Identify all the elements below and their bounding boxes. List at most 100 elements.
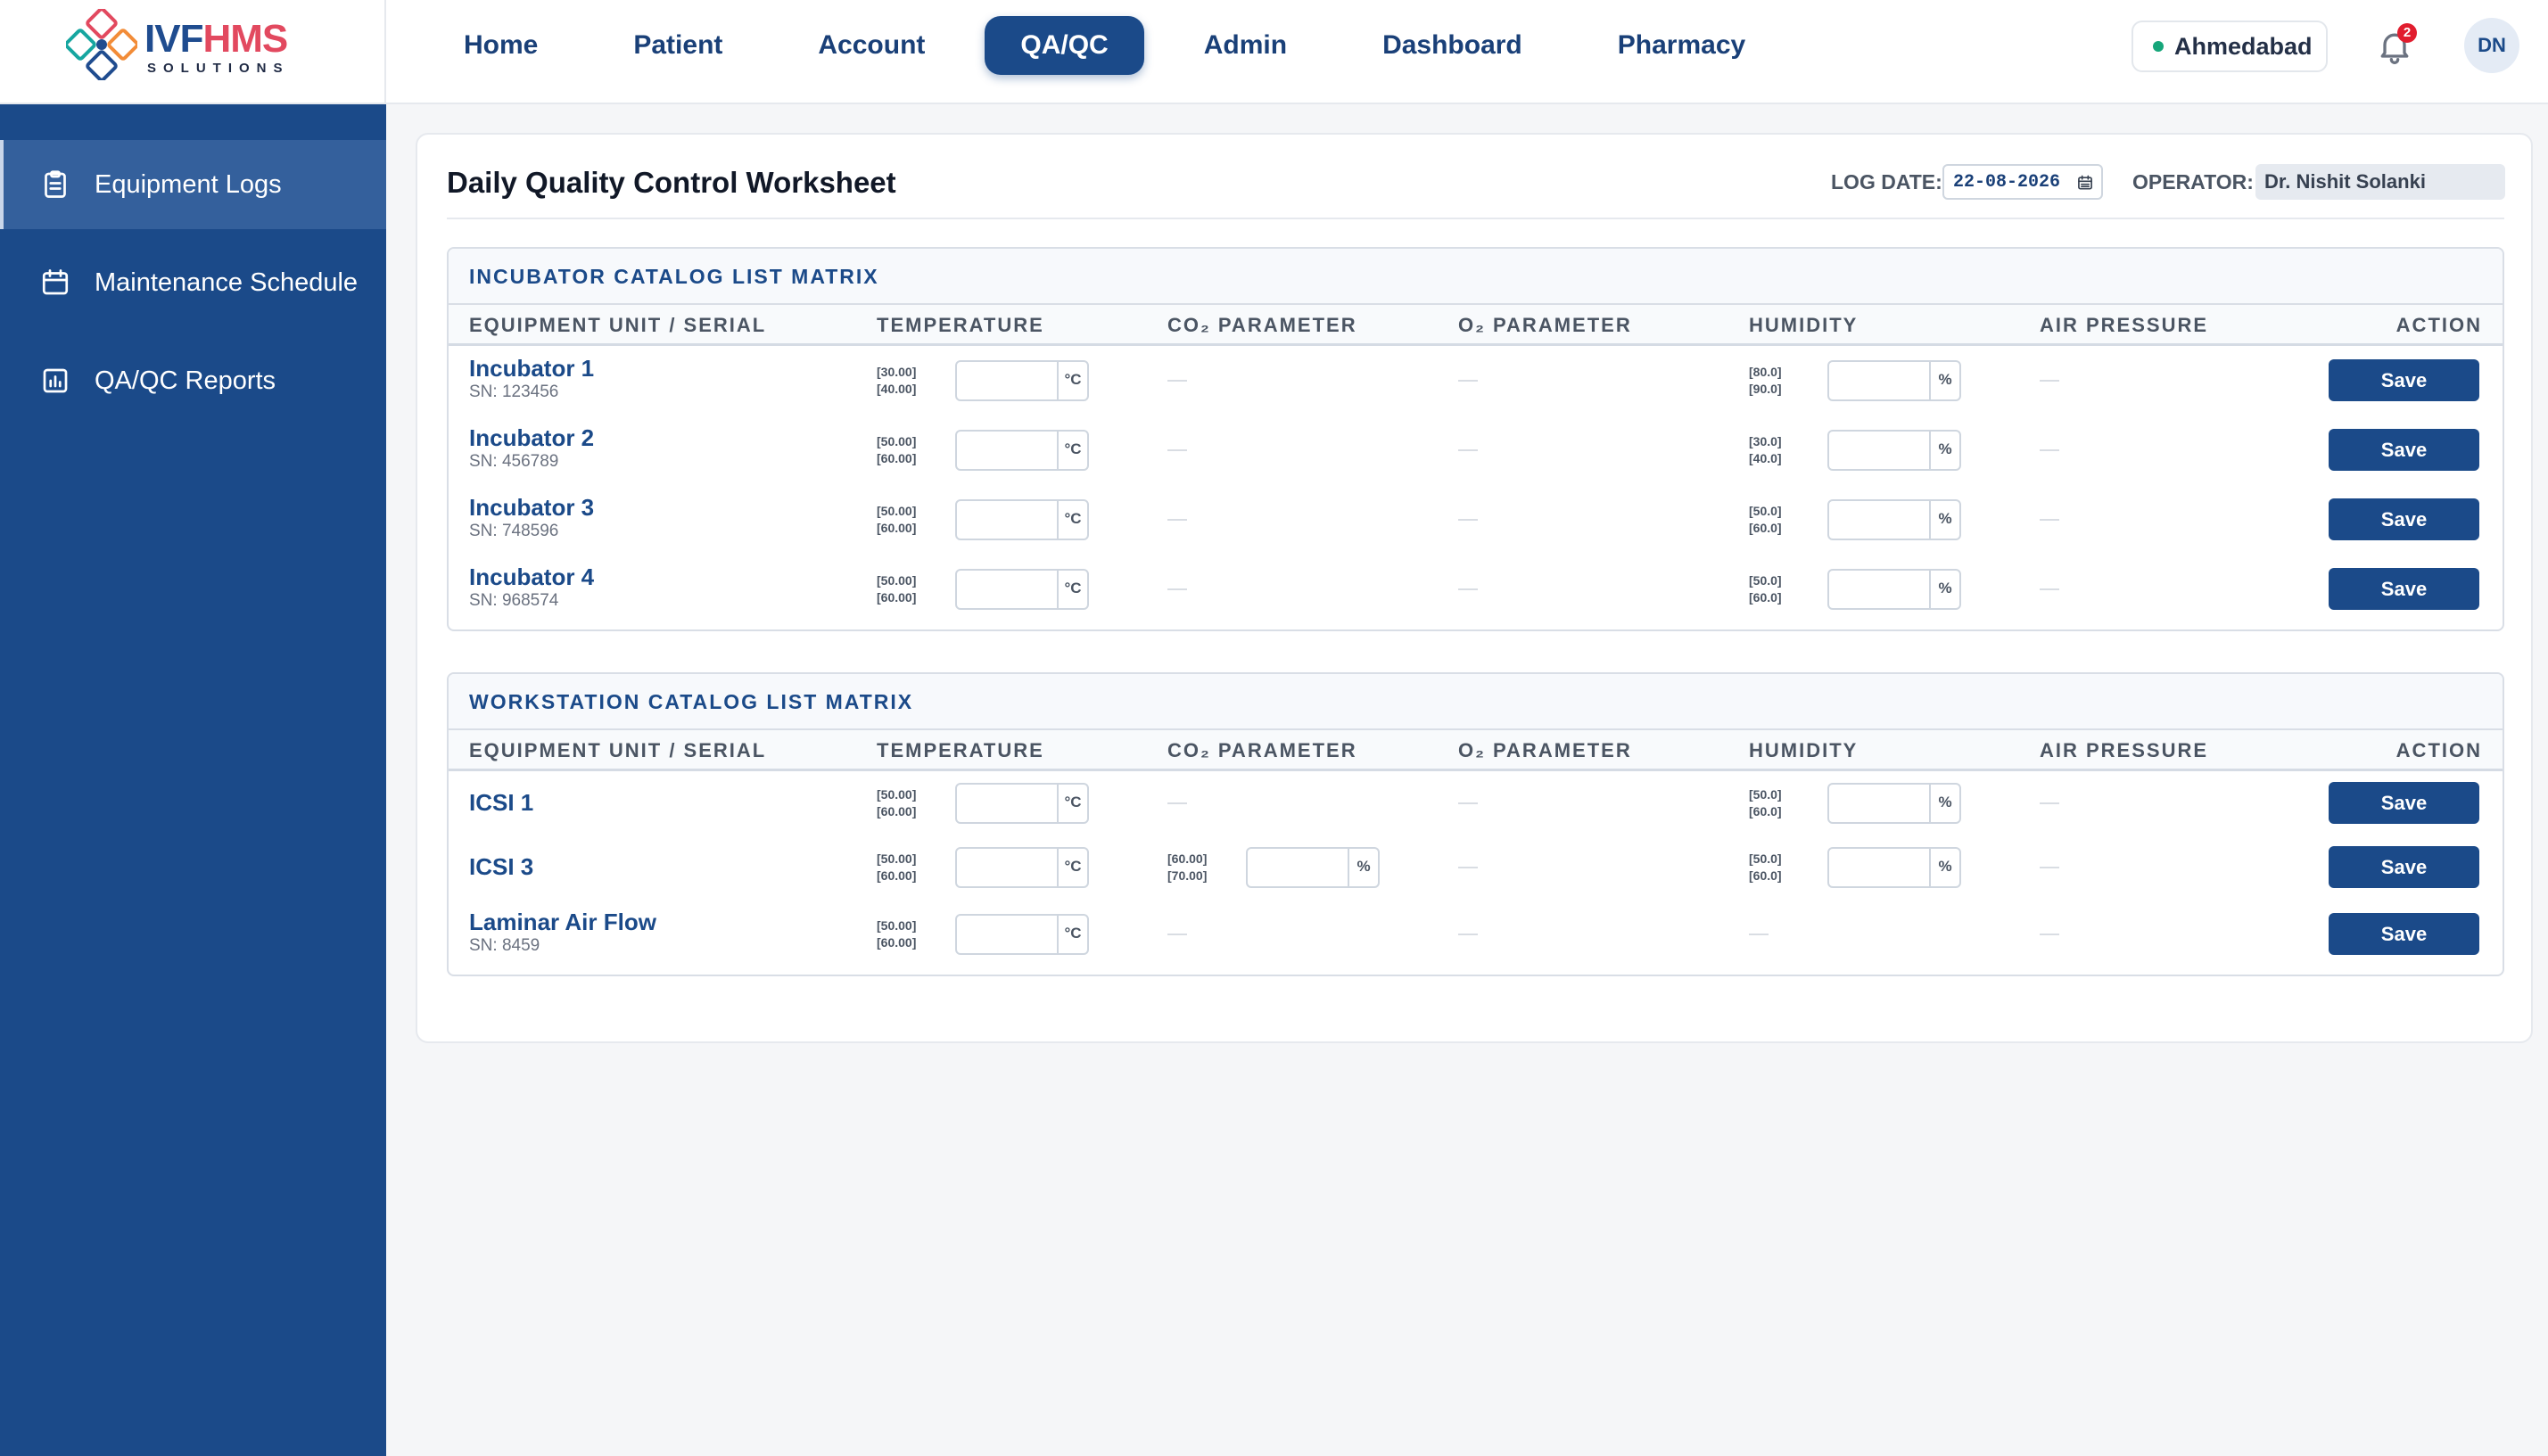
temperature-unit: °C: [1057, 501, 1087, 539]
humidity-unit: %: [1929, 571, 1959, 608]
column-header: AIR PRESSURE: [2040, 314, 2209, 336]
temperature-unit: °C: [1057, 916, 1087, 953]
calendar-icon[interactable]: [2076, 174, 2094, 192]
column-header: TEMPERATURE: [877, 314, 1044, 336]
save-button[interactable]: Save: [2329, 429, 2479, 471]
temperature-range: [50.00] [60.00]: [877, 504, 917, 535]
co2-empty: [1167, 588, 1187, 590]
co2-empty: [1167, 519, 1187, 521]
column-header: O₂ PARAMETER: [1458, 314, 1632, 336]
humidity-input[interactable]: %: [1827, 783, 1961, 824]
column-header: AIR PRESSURE: [2040, 739, 2209, 761]
sidebar-item-maintenance-schedule[interactable]: Maintenance Schedule: [0, 238, 386, 327]
matrix-section: WORKSTATION CATALOG LIST MATRIX EQUIPMENT…: [447, 672, 2504, 976]
temperature-range: [50.00] [60.00]: [877, 434, 917, 465]
equipment-serial: SN: 968574: [469, 591, 559, 610]
nav-account[interactable]: Account: [782, 16, 961, 75]
save-button[interactable]: Save: [2329, 498, 2479, 540]
co2-input[interactable]: %: [1246, 847, 1380, 888]
temperature-input[interactable]: °C: [955, 569, 1089, 610]
status-dot-icon: [2153, 41, 2164, 52]
humidity-range: [80.0] [90.0]: [1749, 365, 1782, 396]
nav-home[interactable]: Home: [428, 16, 573, 75]
avatar[interactable]: DN: [2464, 18, 2519, 73]
column-header: TEMPERATURE: [877, 739, 1044, 761]
equipment-serial: SN: 8459: [469, 936, 540, 955]
o2-empty: [1458, 588, 1478, 590]
top-bar: IVFHMS SOLUTIONS Home Patient Account QA…: [0, 0, 2548, 104]
nav-admin[interactable]: Admin: [1168, 16, 1323, 75]
save-button[interactable]: Save: [2329, 359, 2479, 401]
co2-empty: [1167, 934, 1187, 935]
equipment-serial: SN: 456789: [469, 452, 559, 471]
air-pressure-empty: [2040, 588, 2059, 590]
sidebar-item-label: Maintenance Schedule: [95, 267, 359, 297]
humidity-range: [30.0] [40.0]: [1749, 434, 1782, 465]
humidity-range: [50.0] [60.0]: [1749, 787, 1782, 818]
column-header: ACTION: [2395, 314, 2482, 336]
humidity-range: [50.0] [60.0]: [1749, 573, 1782, 605]
nav-qa-qc[interactable]: QA/QC: [985, 16, 1144, 75]
nav-pharmacy[interactable]: Pharmacy: [1582, 16, 1781, 75]
temperature-input[interactable]: °C: [955, 783, 1089, 824]
save-button[interactable]: Save: [2329, 846, 2479, 888]
table-row: Incubator 2 SN: 456789 [50.00] [60.00] °C [30…: [449, 415, 2503, 485]
temperature-input[interactable]: °C: [955, 430, 1089, 471]
sidebar-item-equipment-logs[interactable]: Equipment Logs: [0, 140, 386, 229]
operator-label: OPERATOR:: [2132, 170, 2254, 193]
equipment-name: ICSI 3: [469, 853, 534, 880]
location-selector[interactable]: Ahmedabad: [2132, 21, 2328, 72]
equipment-name: Incubator 3: [469, 494, 595, 521]
o2-empty: [1458, 519, 1478, 521]
humidity-input[interactable]: %: [1827, 360, 1961, 401]
column-header: HUMIDITY: [1749, 314, 1859, 336]
humidity-input[interactable]: %: [1827, 569, 1961, 610]
temperature-range: [30.00] [40.00]: [877, 365, 917, 396]
temperature-unit: °C: [1057, 785, 1087, 822]
save-button[interactable]: Save: [2329, 782, 2479, 824]
log-date-input[interactable]: 22-08-2026: [1942, 164, 2103, 200]
column-header-row: EQUIPMENT UNIT / SERIAL TEMPERATURE CO₂ PA…: [449, 730, 2503, 771]
temperature-range: [50.00] [60.00]: [877, 787, 917, 818]
page-title: Daily Quality Control Worksheet: [447, 166, 896, 199]
section-title: WORKSTATION CATALOG LIST MATRIX: [449, 674, 2503, 730]
table-row: Incubator 4 SN: 968574 [50.00] [60.00] °C [50…: [449, 555, 2503, 624]
humidity-unit: %: [1929, 849, 1959, 886]
temperature-input[interactable]: °C: [955, 847, 1089, 888]
air-pressure-empty: [2040, 380, 2059, 382]
brand-wordmark: IVFHMS SOLUTIONS: [144, 17, 290, 77]
table-row: Incubator 3 SN: 748596 [50.00] [60.00] °C [50…: [449, 485, 2503, 555]
temperature-input[interactable]: °C: [955, 360, 1089, 401]
column-header: CO₂ PARAMETER: [1167, 314, 1357, 336]
save-button[interactable]: Save: [2329, 568, 2479, 610]
nav-patient[interactable]: Patient: [598, 16, 758, 75]
co2-empty: [1167, 802, 1187, 804]
humidity-input[interactable]: %: [1827, 430, 1961, 471]
column-header: HUMIDITY: [1749, 739, 1859, 761]
sidebar-item-qa-qc-reports[interactable]: QA/QC Reports: [0, 336, 386, 425]
brand-subtitle: SOLUTIONS: [147, 61, 290, 76]
humidity-input[interactable]: %: [1827, 847, 1961, 888]
save-button[interactable]: Save: [2329, 913, 2479, 955]
brand-logo-icon: [66, 9, 137, 80]
column-header: CO₂ PARAMETER: [1167, 739, 1357, 761]
operator-field: Dr. Nishit Solanki: [2255, 164, 2505, 200]
equipment-serial: SN: 123456: [469, 383, 559, 401]
temperature-input[interactable]: °C: [955, 499, 1089, 540]
equipment-name: Incubator 2: [469, 424, 595, 451]
temperature-range: [50.00] [60.00]: [877, 851, 917, 883]
sidebar-item-label: Equipment Logs: [95, 169, 282, 199]
air-pressure-empty: [2040, 867, 2059, 868]
logo-area: IVFHMS SOLUTIONS: [0, 0, 386, 104]
nav-dashboard[interactable]: Dashboard: [1347, 16, 1558, 75]
column-header: EQUIPMENT UNIT / SERIAL: [469, 739, 767, 761]
table-row: ICSI 3 [50.00] [60.00] °C [60.00] [70.00]% [50…: [449, 835, 2503, 900]
humidity-unit: %: [1929, 785, 1959, 822]
humidity-input[interactable]: %: [1827, 499, 1961, 540]
brand-ivf: IVF: [144, 17, 203, 61]
location-label: Ahmedabad: [2174, 32, 2313, 60]
equipment-name: Incubator 4: [469, 563, 595, 590]
equipment-name: Laminar Air Flow: [469, 909, 656, 935]
temperature-unit: °C: [1057, 571, 1087, 608]
temperature-input[interactable]: °C: [955, 914, 1089, 955]
